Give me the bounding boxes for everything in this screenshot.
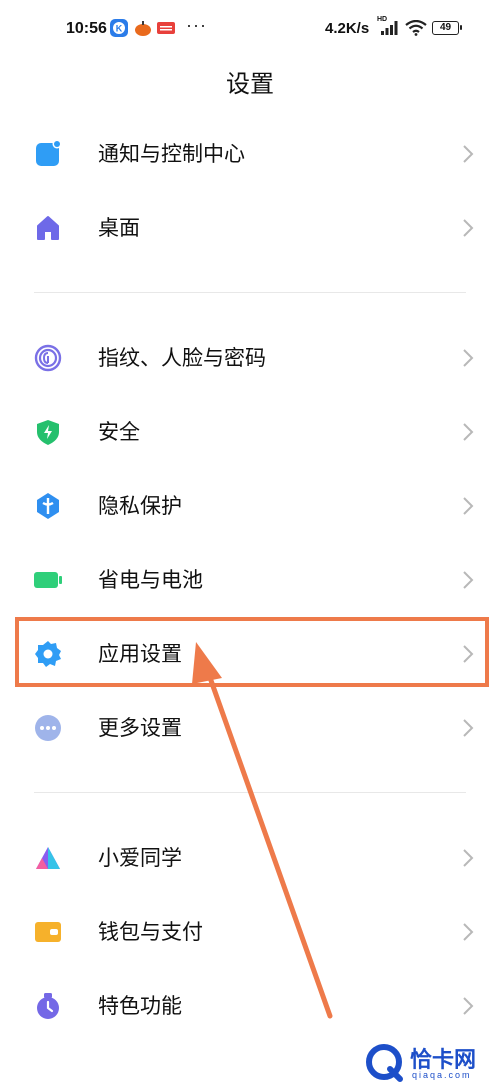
wifi-icon <box>405 20 427 36</box>
settings-item-label: 指纹、人脸与密码 <box>98 346 266 370</box>
settings-item-special-features[interactable]: 特色功能 <box>0 969 500 1043</box>
pumpkin-icon <box>135 21 151 36</box>
wallet-icon <box>35 922 61 942</box>
settings-item-desktop[interactable]: 桌面 <box>0 191 500 265</box>
status-bar: 10:56 K ··· 4.2K/s HD 49 <box>0 0 500 60</box>
settings-item-label: 隐私保护 <box>98 494 182 518</box>
section-divider <box>34 792 466 793</box>
settings-item-xiaoai[interactable]: 小爱同学 <box>0 821 500 895</box>
settings-item-privacy[interactable]: 隐私保护 <box>0 469 500 543</box>
chevron-right-icon <box>463 497 474 515</box>
settings-item-label: 特色功能 <box>98 994 182 1018</box>
watermark-q-icon <box>366 1044 403 1082</box>
more-icon <box>35 715 61 741</box>
fingerprint-icon <box>34 344 62 372</box>
battery-indicator: 49 <box>432 21 462 35</box>
signal-icon <box>381 21 398 35</box>
page-title: 设置 <box>226 70 274 98</box>
highlight-box <box>15 617 489 687</box>
toutiao-icon <box>157 22 175 34</box>
chevron-right-icon <box>463 145 474 163</box>
shield-icon <box>37 420 59 445</box>
settings-item-wallet-payment[interactable]: 钱包与支付 <box>0 895 500 969</box>
settings-item-label: 省电与电池 <box>98 568 203 592</box>
settings-item-label: 通知与控制中心 <box>98 142 245 166</box>
settings-item-more-settings[interactable]: 更多设置 <box>0 691 500 765</box>
chevron-right-icon <box>463 997 474 1015</box>
settings-item-label: 桌面 <box>98 216 140 240</box>
chevron-right-icon <box>463 571 474 589</box>
settings-item-label: 钱包与支付 <box>98 920 203 944</box>
status-more-dots: ··· <box>186 15 207 35</box>
settings-item-security[interactable]: 安全 <box>0 395 500 469</box>
status-time: 10:56 <box>66 20 107 37</box>
chevron-right-icon <box>463 349 474 367</box>
section-divider <box>34 292 466 293</box>
chevron-right-icon <box>463 423 474 441</box>
chevron-right-icon <box>463 219 474 237</box>
chevron-right-icon <box>463 923 474 941</box>
settings-item-label: 小爱同学 <box>98 846 182 870</box>
notification-icon <box>36 140 62 166</box>
settings-item-battery[interactable]: 省电与电池 <box>0 543 500 617</box>
watermark-subtext: qiaqa.com <box>412 1070 472 1080</box>
settings-item-fingerprint-face-password[interactable]: 指纹、人脸与密码 <box>0 321 500 395</box>
feature-icon <box>37 993 59 1019</box>
chevron-right-icon <box>463 719 474 737</box>
xiaoai-icon <box>36 847 60 869</box>
battery-icon <box>34 572 62 588</box>
settings-item-label: 更多设置 <box>98 716 182 740</box>
network-speed: 4.2K/s <box>325 20 370 37</box>
home-icon <box>37 216 59 240</box>
k-app-icon: K <box>110 19 128 37</box>
privacy-icon <box>37 493 59 519</box>
settings-item-label: 安全 <box>98 420 140 444</box>
settings-item-notification-control-center[interactable]: 通知与控制中心 <box>0 117 500 191</box>
watermark-logo: 恰卡网 qiaqa.com <box>360 1040 500 1084</box>
svg-text:K: K <box>116 24 123 34</box>
chevron-right-icon <box>463 849 474 867</box>
